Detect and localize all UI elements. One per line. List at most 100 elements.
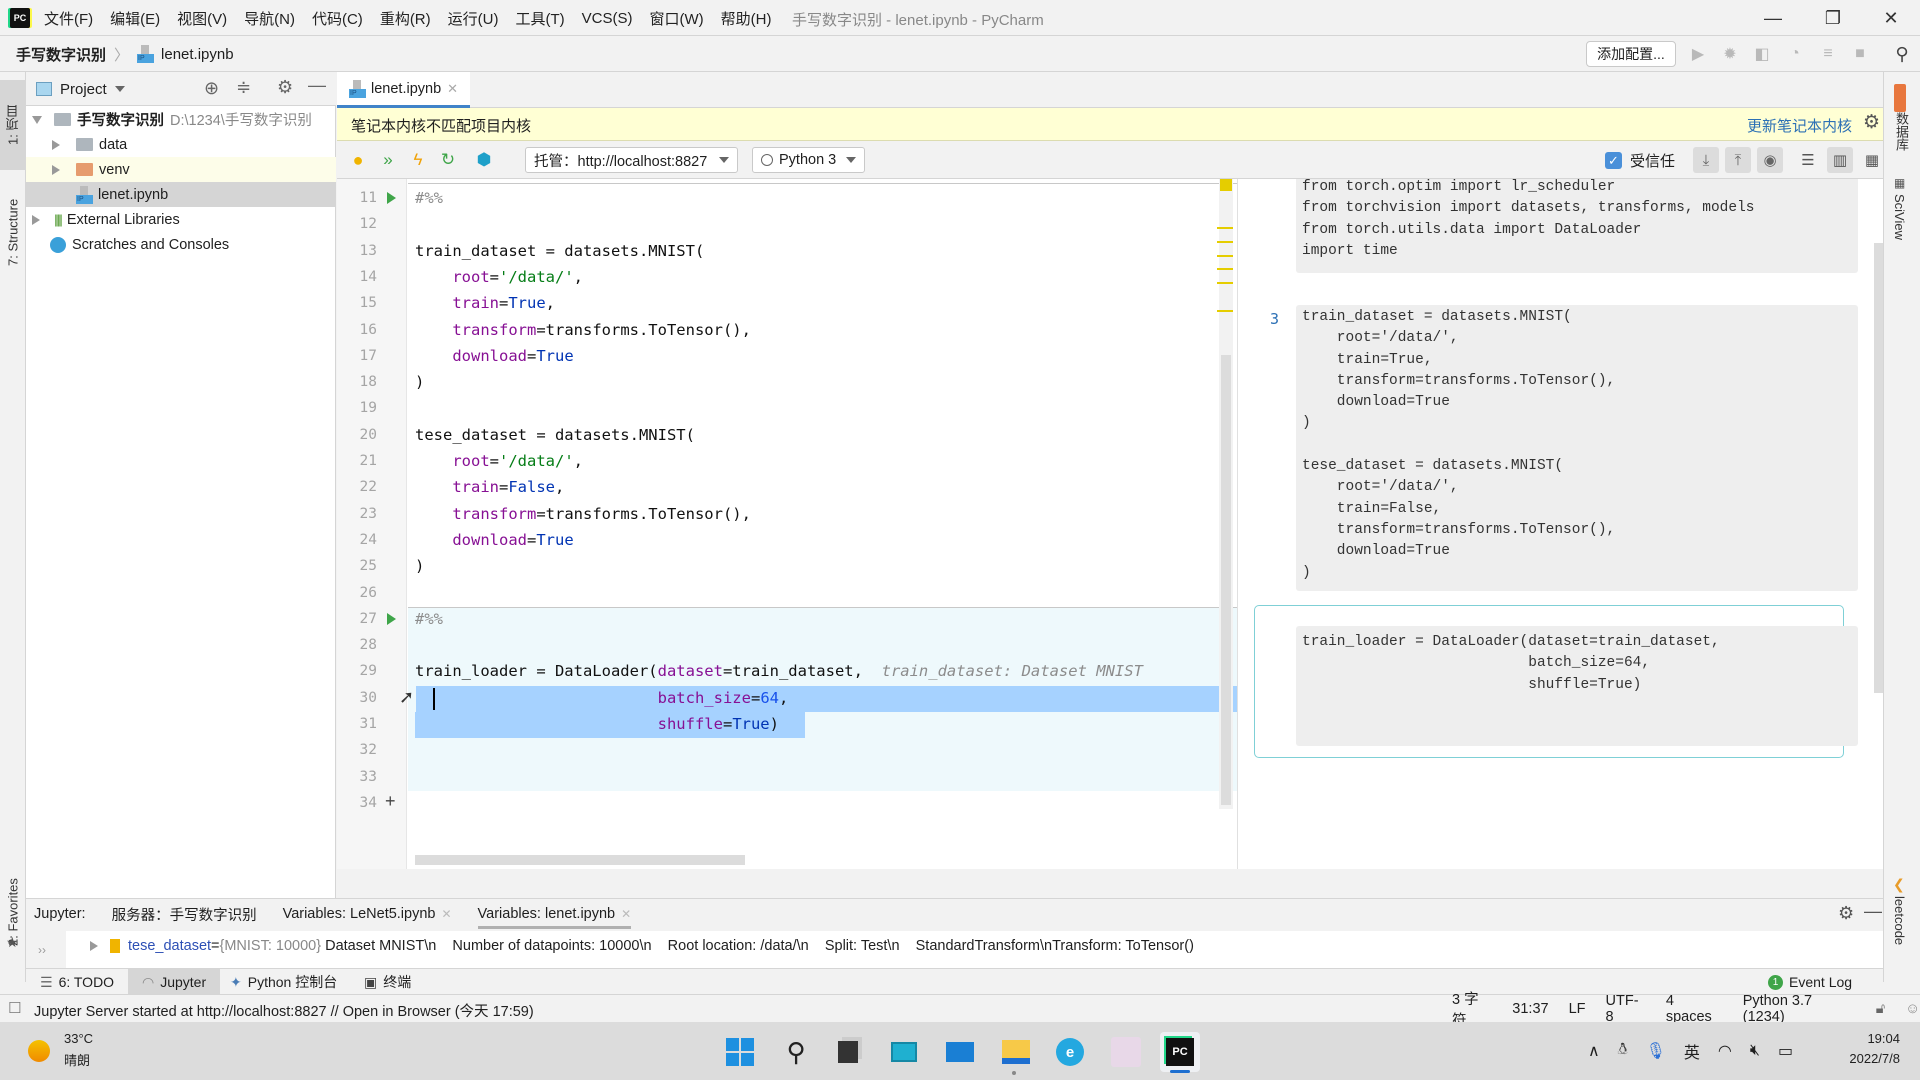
variable-row[interactable]: tese_dataset = {MNIST: 10000} Dataset MN… (90, 935, 1194, 957)
code-line[interactable]: transform=transforms.ToTensor(), (415, 501, 751, 527)
vertical-scrollbar-thumb[interactable] (1221, 355, 1231, 805)
coverage-icon[interactable]: ◧ (1752, 44, 1772, 64)
code-line[interactable]: #%% (415, 606, 443, 632)
weather-temp[interactable]: 33°C (64, 1031, 93, 1046)
split-view-icon[interactable]: ▥ (1827, 147, 1853, 173)
warning-marker[interactable] (1217, 255, 1233, 257)
gear-icon[interactable]: ⚙ (277, 77, 293, 98)
code-line[interactable]: train_loader = DataLoader(dataset=train_… (415, 658, 1143, 684)
search-icon[interactable]: ⚲ (1892, 44, 1912, 64)
tab-lenet-ipynb[interactable]: lenet.ipynb ✕ (337, 72, 471, 108)
menu-window[interactable]: 窗口(W) (649, 8, 703, 29)
search-icon[interactable]: ⚲ (776, 1032, 816, 1072)
chevron-down-icon[interactable] (114, 86, 125, 92)
code-line[interactable]: shuffle=True) (415, 711, 779, 737)
tab-leetcode[interactable]: leetcode (1892, 896, 1907, 945)
horizontal-scrollbar-thumb[interactable] (415, 855, 745, 865)
preview-cell-datasets[interactable]: train_dataset = datasets.MNIST( root='/d… (1296, 305, 1858, 591)
lightning-icon[interactable]: ϟ (405, 147, 431, 173)
move-cell-up-icon[interactable]: ⤒ (1725, 147, 1751, 173)
warning-marker[interactable] (1217, 268, 1233, 270)
jupyter-upload-icon[interactable]: ⬢ (471, 147, 497, 173)
add-cell-icon[interactable]: + (385, 791, 396, 812)
inspector-icon[interactable]: ☺ (1905, 1001, 1920, 1017)
menu-edit[interactable]: 编辑(E) (110, 8, 160, 29)
collapsed-arrow-icon[interactable] (52, 139, 60, 150)
stop-icon[interactable]: ■ (1850, 44, 1870, 64)
line-separator[interactable]: LF (1569, 1001, 1586, 1017)
run-icon[interactable]: ▶ (1688, 44, 1708, 64)
code-line[interactable]: ) (415, 369, 424, 395)
caret-position[interactable]: 31:37 (1512, 1001, 1548, 1017)
jupyter-server-selector[interactable]: 托管：http://localhost:8827 (525, 147, 738, 173)
preview-cell-dataloader[interactable]: train_loader = DataLoader(dataset=train_… (1296, 626, 1858, 746)
breadcrumb-project[interactable]: 手写数字识别 (16, 44, 106, 65)
code-line[interactable]: train=True, (415, 290, 555, 316)
tab-variables-lenet5[interactable]: Variables: LeNet5.ipynb ✕ (283, 906, 452, 922)
restart-kernel-icon[interactable]: ↻ (435, 147, 461, 173)
preview-only-icon[interactable]: ▦ (1859, 147, 1885, 173)
warning-marker[interactable] (1217, 241, 1233, 243)
browser-icon[interactable]: e (1050, 1032, 1090, 1072)
gear-icon[interactable]: ⚙ (1863, 111, 1880, 134)
checkbox-checked-icon[interactable]: ✓ (1605, 152, 1622, 169)
warning-marker[interactable] (1217, 227, 1233, 229)
update-kernel-link[interactable]: 更新笔记本内核 (1747, 115, 1852, 136)
project-view-selector[interactable]: Project (60, 81, 107, 98)
microphone-icon[interactable]: 🎙︎ (1646, 1041, 1666, 1061)
tree-item-scratches[interactable]: Scratches and Consoles (26, 232, 336, 257)
tree-item-external-libraries[interactable]: ||||| External Libraries (26, 207, 336, 232)
code-line[interactable]: root='/data/', (415, 264, 583, 290)
collapsed-arrow-icon[interactable] (32, 214, 40, 225)
volume-muted-icon[interactable]: 🔇︎ (1750, 1042, 1760, 1060)
code-line[interactable]: train_dataset = datasets.MNIST( (415, 238, 704, 264)
battery-icon[interactable]: ▭ (1778, 1041, 1793, 1061)
show-hidden-icons[interactable]: ∧ (1588, 1041, 1600, 1061)
preview-scrollbar-thumb[interactable] (1874, 243, 1883, 693)
code-line[interactable]: download=True (415, 527, 573, 553)
mail-icon[interactable] (940, 1032, 980, 1072)
tool-tab-python-console[interactable]: ✦ Python 控制台 (230, 969, 337, 995)
file-explorer-icon[interactable] (996, 1032, 1036, 1072)
breadcrumb-file[interactable]: lenet.ipynb (161, 46, 234, 63)
lock-icon[interactable]: 🔓︎ (1876, 1001, 1885, 1017)
profile-icon[interactable]: ◔ (1785, 44, 1805, 64)
run-cell-icon[interactable] (387, 192, 396, 204)
remote-desktop-icon[interactable] (884, 1032, 924, 1072)
code-line[interactable]: ) (415, 553, 424, 579)
close-tab-icon[interactable]: ✕ (621, 907, 631, 921)
code-line[interactable]: root='/data/', (415, 448, 583, 474)
hide-panel-icon[interactable]: — (1864, 901, 1882, 922)
concurrency-icon[interactable]: ≡ (1818, 44, 1838, 64)
collapsed-arrow-icon[interactable] (52, 164, 60, 175)
menu-code[interactable]: 代码(C) (312, 8, 363, 29)
tree-item-data[interactable]: data (26, 132, 336, 157)
menu-navigate[interactable]: 导航(N) (244, 8, 295, 29)
tree-item-lenet-ipynb[interactable]: lenet.ipynb (26, 182, 336, 207)
code-line[interactable]: train=False, (415, 474, 564, 500)
status-message[interactable]: Jupyter Server started at http://localho… (34, 1000, 534, 1021)
task-view-icon[interactable] (828, 1032, 868, 1072)
kernel-selector[interactable]: Python 3 (752, 147, 865, 173)
menu-file[interactable]: 文件(F) (44, 8, 93, 29)
menu-tools[interactable]: 工具(T) (515, 8, 564, 29)
menu-refactor[interactable]: 重构(R) (380, 8, 431, 29)
input-method-indicator[interactable]: 英 (1684, 1039, 1700, 1063)
weather-sun-icon[interactable] (28, 1040, 50, 1062)
locate-icon[interactable]: ⊕ (204, 78, 219, 99)
hide-panel-icon[interactable]: — (308, 75, 326, 96)
restore-button[interactable]: ❐ (1804, 0, 1862, 36)
anime-app-icon[interactable] (1106, 1032, 1146, 1072)
tab-sciview[interactable]: SciView (1892, 194, 1907, 240)
tool-tab-jupyter[interactable]: ◠ Jupyter (128, 969, 221, 995)
close-tab-icon[interactable]: ✕ (447, 81, 458, 97)
expanded-arrow-icon[interactable] (32, 115, 42, 124)
menu-run[interactable]: 运行(U) (448, 8, 499, 29)
menu-help[interactable]: 帮助(H) (721, 8, 772, 29)
minimize-button[interactable]: — (1744, 0, 1802, 36)
tab-database[interactable]: 数据库 (1892, 112, 1911, 151)
code-editor[interactable]: 11 12 13 14 15 16 17 18 19 20 21 22 23 24 25 26 27 28 29 30… (337, 179, 1237, 869)
editor-only-icon[interactable]: ☰ (1795, 147, 1821, 173)
start-menu-icon[interactable] (720, 1032, 760, 1072)
trusted-checkbox[interactable]: ✓ 受信任 (1605, 150, 1675, 171)
